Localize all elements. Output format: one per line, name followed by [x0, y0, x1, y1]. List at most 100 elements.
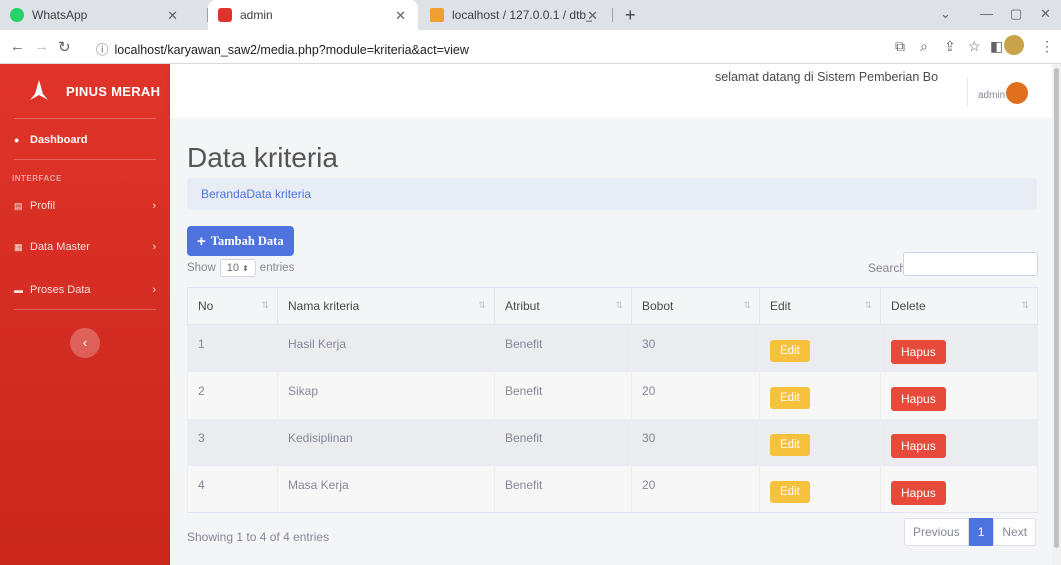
pagination: Previous 1 Next [904, 518, 1037, 546]
close-icon[interactable]: ✕ [167, 8, 178, 24]
star-icon[interactable]: ☆ [968, 38, 981, 55]
sidebar-item-dashboard[interactable]: ● Dashboard [0, 129, 170, 151]
scrollbar-thumb[interactable] [1054, 68, 1059, 548]
column-header-nama[interactable]: Nama kriteria ⇅ [277, 287, 495, 325]
sidebar-item-label: Data Master [30, 241, 90, 253]
sidebar: PINUS MERAH ● Dashboard INTERFACE ▤ Prof… [0, 64, 170, 565]
close-icon[interactable]: ✕ [395, 8, 406, 24]
cell-delete: Hapus [880, 465, 1038, 513]
page-1-button[interactable]: 1 [968, 518, 994, 546]
restore-icon[interactable]: ▢ [1010, 6, 1022, 22]
chevron-right-icon: › [152, 241, 156, 253]
add-data-label: Tambah Data [210, 233, 284, 248]
cell-atribut: Benefit [494, 418, 632, 466]
minimize-icon[interactable]: — [980, 6, 993, 21]
edit-button[interactable]: Edit [770, 480, 810, 503]
search-input[interactable] [903, 252, 1038, 276]
sidebar-item-data-master[interactable]: ▦ Data Master › [0, 236, 170, 258]
edit-button[interactable]: Edit [770, 340, 810, 362]
cell-nama: Masa Kerja [277, 465, 495, 513]
delete-button[interactable]: Hapus [891, 340, 946, 364]
sort-icon: ⇅ [864, 300, 872, 310]
table-icon: ▤ [14, 200, 23, 211]
cell-delete: Hapus [880, 418, 1038, 466]
new-tab-icon[interactable]: + [625, 5, 636, 26]
cell-edit: Edit [759, 324, 881, 372]
browser-tabstrip: WhatsApp ✕ admin ✕ localhost / 127.0.0.1… [0, 0, 1061, 30]
sort-icon: ⇅ [743, 300, 751, 310]
page-title: Data kriteria [187, 142, 338, 173]
data-table: No ⇅ Nama kriteria ⇅ Atribut ⇅ Bobot ⇅ Edit ⇅… [187, 287, 1038, 513]
edit-button[interactable]: Edit [770, 433, 810, 456]
share-icon[interactable]: ⇪ [944, 38, 956, 55]
tab-whatsapp[interactable]: WhatsApp ✕ [0, 0, 190, 30]
tab-admin[interactable]: admin ✕ [208, 0, 418, 30]
table-row: 1 Hasil Kerja Benefit 30 Edit Hapus [187, 324, 1038, 372]
info-icon[interactable]: ⓘ [96, 43, 109, 57]
delete-button[interactable]: Hapus [891, 480, 946, 505]
length-select[interactable]: 10 ⬍ [219, 259, 256, 277]
sidebar-item-profil[interactable]: ▤ Profil › [0, 195, 170, 217]
whatsapp-icon [10, 8, 24, 22]
sidebar-toggle-button[interactable]: ‹ [70, 328, 100, 358]
brand-name: PINUS MERAH [66, 83, 161, 99]
table-row: 4 Masa Kerja Benefit 20 Edit Hapus [187, 465, 1038, 513]
url-field[interactable]: ⓘ localhost/karyawan_saw2/media.php?modul… [96, 39, 469, 58]
address-bar: ← → ↻ ⓘ localhost/karyawan_saw2/media.php… [0, 30, 1061, 64]
column-header-atribut[interactable]: Atribut ⇅ [494, 287, 632, 325]
tab-phpmyadmin[interactable]: localhost / 127.0.0.1 / dtb_karyaw ✕ [420, 0, 610, 30]
add-data-button[interactable]: + Tambah Data [187, 226, 294, 256]
delete-button[interactable]: Hapus [891, 386, 946, 411]
main-content: Data kriteria BerandaData kriteria + Tam… [170, 118, 1061, 565]
cell-no: 1 [187, 324, 278, 372]
plus-icon: + [197, 232, 206, 250]
brand[interactable]: PINUS MERAH [0, 64, 170, 118]
cell-nama: Hasil Kerja [277, 324, 495, 372]
previous-button[interactable]: Previous [904, 518, 969, 546]
sort-arrows-icon: ⬍ [242, 263, 249, 273]
delete-button[interactable]: Hapus [891, 433, 946, 458]
cell-delete: Hapus [880, 371, 1038, 419]
translate-icon[interactable]: ⧉ [895, 38, 905, 55]
sidepanel-icon[interactable]: ◧ [990, 38, 1003, 55]
folder-icon: ▬ [14, 285, 23, 295]
zoom-icon[interactable]: ⌕ [920, 38, 928, 55]
length-control: Show 10 ⬍ entries [187, 259, 294, 277]
breadcrumb-text[interactable]: BerandaData kriteria [201, 187, 311, 201]
topbar: selamat datang di Sistem Pemberian Bo ad… [170, 64, 1061, 118]
chevron-right-icon: › [152, 284, 156, 296]
welcome-text: selamat datang di Sistem Pemberian Bo [715, 70, 939, 84]
window-close-icon[interactable]: ✕ [1040, 6, 1051, 22]
forward-icon[interactable]: → [34, 38, 49, 55]
cell-no: 4 [187, 465, 278, 513]
edit-button[interactable]: Edit [770, 386, 810, 409]
cell-bobot: 20 [631, 465, 760, 513]
next-button[interactable]: Next [993, 518, 1037, 546]
back-icon[interactable]: ← [10, 38, 25, 55]
cell-nama: Sikap [277, 371, 495, 419]
cell-bobot: 30 [631, 418, 760, 466]
url-text: localhost/karyawan_saw2/media.php?module… [114, 43, 469, 57]
cell-edit: Edit [759, 371, 881, 419]
entries-label: entries [259, 262, 295, 274]
chevron-down-icon[interactable]: ⌄ [940, 6, 951, 22]
cell-delete: Hapus [880, 324, 1038, 372]
sidebar-item-proses-data[interactable]: ▬ Proses Data › [0, 279, 170, 301]
close-icon[interactable]: ✕ [587, 8, 598, 24]
tab-label: admin [240, 8, 273, 22]
menu-icon[interactable]: ⋮ [1040, 38, 1054, 55]
database-icon: ▦ [14, 241, 23, 252]
user-name[interactable]: admin [978, 90, 1005, 101]
chevron-right-icon: › [152, 200, 156, 212]
column-header-delete[interactable]: Delete ⇅ [880, 287, 1038, 325]
user-avatar[interactable] [1006, 82, 1028, 104]
profile-avatar[interactable] [1004, 35, 1024, 55]
cell-edit: Edit [759, 465, 881, 513]
column-header-no[interactable]: No ⇅ [187, 287, 278, 325]
column-header-bobot[interactable]: Bobot ⇅ [631, 287, 760, 325]
cell-nama: Kedisiplinan [277, 418, 495, 466]
chevron-left-icon: ‹ [82, 335, 88, 350]
sort-icon: ⇅ [261, 300, 269, 310]
column-header-edit[interactable]: Edit ⇅ [759, 287, 881, 325]
reload-icon[interactable]: ↻ [58, 38, 71, 56]
